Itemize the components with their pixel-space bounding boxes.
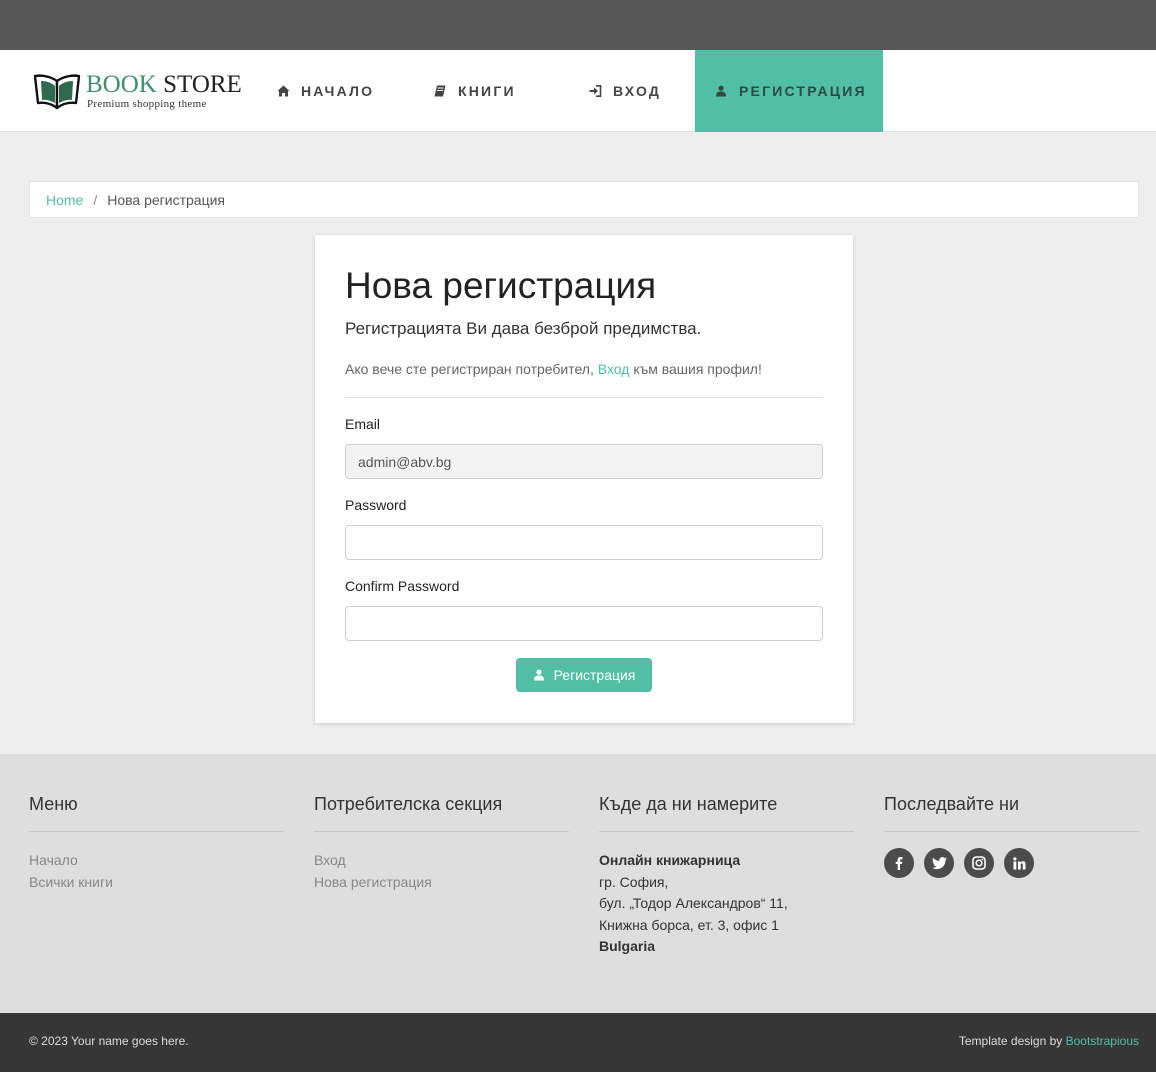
address-name: Онлайн книжарница xyxy=(599,852,741,868)
confirm-password-field[interactable] xyxy=(345,606,823,641)
footer-follow: Последвайте ни xyxy=(884,794,1139,878)
address-building: Книжна борса, ет. 3, офис 1 xyxy=(599,916,779,933)
logo-subtitle: Premium shopping theme xyxy=(87,98,207,110)
template-credit-text: Template design by xyxy=(958,1034,1066,1048)
page-title: Нова регистрация xyxy=(345,265,657,306)
register-button-label: Регистрация xyxy=(553,667,636,683)
login-note: Ако вече сте регистриран потребител, Вхо… xyxy=(345,361,762,377)
address-country: Bulgaria xyxy=(599,938,656,954)
nav-item-login[interactable]: ВХОД xyxy=(588,50,661,132)
nav-item-home[interactable]: НАЧАЛО xyxy=(276,50,374,132)
divider xyxy=(345,397,823,398)
breadcrumb-current: Нова регистрация xyxy=(107,191,226,208)
footer-follow-title: Последвайте ни xyxy=(884,794,1139,832)
instagram-icon[interactable] xyxy=(964,848,994,878)
nav-item-home-label: НАЧАЛО xyxy=(301,83,375,99)
book-icon xyxy=(433,84,447,98)
login-note-before: Ако вече сте регистриран потребител, xyxy=(345,361,598,377)
password-field[interactable] xyxy=(345,525,823,560)
template-credit: Template design by Bootstrapious xyxy=(959,1034,1139,1048)
user-icon xyxy=(714,84,728,98)
navbar: BOOK STORE Premium shopping theme НАЧАЛО… xyxy=(0,50,1156,132)
footer-link-all-books[interactable]: Всички книги xyxy=(29,872,284,894)
logo-title-rest: STORE xyxy=(156,71,242,98)
footer-user-title: Потребителска секция xyxy=(314,794,569,832)
password-label: Password xyxy=(345,497,407,513)
email-label: Email xyxy=(345,416,381,432)
footer-link-login[interactable]: Вход xyxy=(314,850,569,872)
footer-location: Къде да ни намерите Онлайн книжарница гр… xyxy=(599,794,854,958)
logo-title-accent: BOOK xyxy=(86,71,157,98)
footer-link-register[interactable]: Нова регистрация xyxy=(314,872,569,894)
copyright: © 2023 Your name goes here. xyxy=(29,1034,189,1048)
facebook-icon[interactable] xyxy=(884,848,914,878)
nav-item-books[interactable]: КНИГИ xyxy=(433,50,516,132)
lead-text: Регистрацията Ви дава безброй предимства… xyxy=(345,319,702,338)
linkedin-icon[interactable] xyxy=(1004,848,1034,878)
footer-link-home[interactable]: Начало xyxy=(29,850,284,872)
home-icon xyxy=(276,84,290,98)
confirm-password-label: Confirm Password xyxy=(345,578,460,594)
register-button[interactable]: Регистрация xyxy=(516,658,652,692)
nav-item-register-label: РЕГИСТРАЦИЯ xyxy=(739,83,867,99)
logo[interactable]: BOOK STORE Premium shopping theme xyxy=(33,71,242,113)
twitter-icon[interactable] xyxy=(924,848,954,878)
breadcrumb: Home / Нова регистрация xyxy=(29,181,1139,218)
nav-item-books-label: КНИГИ xyxy=(458,83,516,99)
footer-location-title: Къде да ни намерите xyxy=(599,794,854,832)
footer: Меню Начало Всички книги Потребителска с… xyxy=(0,754,1156,1013)
logo-title: BOOK STORE xyxy=(86,71,242,99)
login-note-after: към вашия профил! xyxy=(629,361,762,377)
footer-menu: Меню Начало Всички книги xyxy=(29,794,284,893)
footer-menu-title: Меню xyxy=(29,794,284,832)
user-icon xyxy=(533,669,545,681)
open-book-icon xyxy=(33,74,81,110)
breadcrumb-home-link[interactable]: Home xyxy=(46,192,83,208)
email-field[interactable] xyxy=(345,444,823,479)
sign-in-icon xyxy=(588,84,602,98)
login-link[interactable]: Вход xyxy=(598,361,630,377)
top-bar xyxy=(0,0,1156,50)
address-street: бул. „Тодор Александров“ 11, xyxy=(599,895,788,911)
breadcrumb-separator: / xyxy=(93,191,98,208)
registration-card: Нова регистрация Регистрацията Ви дава б… xyxy=(315,235,853,723)
address: Онлайн книжарница гр. София, бул. „Тодор… xyxy=(599,850,854,958)
bootstrapious-link[interactable]: Bootstrapious xyxy=(1066,1034,1139,1048)
nav-item-login-label: ВХОД xyxy=(613,83,662,99)
address-city: гр. София, xyxy=(599,873,669,890)
nav-item-register[interactable]: РЕГИСТРАЦИЯ xyxy=(695,50,883,132)
footer-user-section: Потребителска секция Вход Нова регистрац… xyxy=(314,794,569,893)
bottom-bar: © 2023 Your name goes here. Template des… xyxy=(0,1013,1156,1072)
